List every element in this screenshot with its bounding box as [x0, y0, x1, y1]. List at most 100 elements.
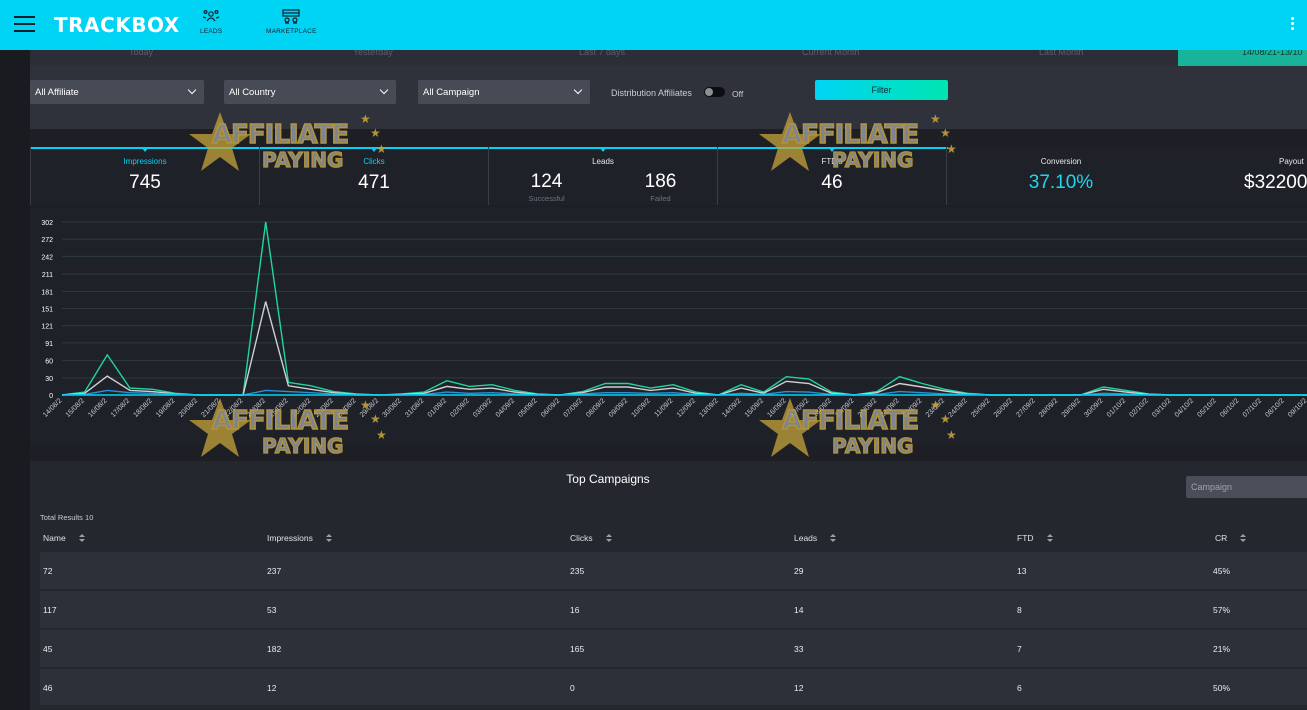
nav-leads-label: LEADS: [200, 28, 223, 35]
stat-leads[interactable]: Leads 124 Successful 186 Failed: [488, 147, 717, 205]
x-tick-label: 14/09/2: [721, 397, 743, 419]
distribution-state-label: Off: [732, 89, 744, 99]
x-tick-label: 07/10/2: [1242, 397, 1264, 419]
x-tick-label: 15/09/2: [744, 397, 766, 419]
cell-cr: 50%: [1213, 683, 1231, 693]
x-tick-label: 20/08/2: [178, 397, 200, 419]
x-tick-label: 20/09/2: [857, 397, 879, 419]
col-header-impressions[interactable]: Impressions: [267, 533, 332, 543]
left-edge: [0, 50, 30, 710]
affiliate-select[interactable]: All Affiliate: [30, 80, 204, 104]
cell-clicks: 16: [570, 605, 580, 615]
col-header-clicks-label: Clicks: [570, 533, 593, 543]
stat-clicks[interactable]: Clicks 471: [259, 147, 488, 205]
x-tick-label: 31/08/2: [404, 397, 426, 419]
brand-logo[interactable]: TRACKBOX: [54, 13, 180, 37]
stat-conversion: Conversion 37.10%: [946, 147, 1175, 205]
x-tick-label: 18/09/2: [812, 397, 834, 419]
x-tick-label: 22/09/2: [902, 397, 924, 419]
x-tick-label: 28/09/2: [1038, 397, 1060, 419]
x-tick-label: 06/10/2: [1219, 397, 1241, 419]
cell-ftd: 6: [1017, 683, 1022, 693]
leads-chart: 0 30 60 91 121 151 181 211 242 272 302 14/08/2 15/08…: [41, 220, 1307, 419]
x-tick-label: 16/08/2: [87, 397, 109, 419]
cell-ftd: 7: [1017, 644, 1022, 654]
cell-impressions: 182: [267, 644, 282, 654]
sort-icon: [78, 534, 85, 542]
leads-failed-label: Failed: [650, 194, 671, 203]
nav-leads[interactable]: LEADS: [200, 9, 222, 35]
chevron-down-icon: [573, 85, 583, 95]
stat-impressions-value: 745: [129, 172, 161, 193]
distribution-toggle[interactable]: [704, 87, 725, 97]
cell-cr: 45%: [1213, 566, 1231, 576]
y-tick-label: 242: [41, 254, 53, 261]
table-row[interactable]: 45 182 165 33 7 21%: [40, 630, 1307, 667]
cell-leads: 12: [794, 683, 804, 693]
y-tick-label: 0: [49, 393, 53, 400]
x-tick-label: 10/09/2: [630, 397, 652, 419]
y-tick-label: 91: [45, 341, 53, 348]
x-tick-label: 17/08/2: [110, 397, 132, 419]
stat-payout-value: $32200: [1244, 172, 1307, 193]
top-campaigns-title: Top Campaigns: [566, 472, 650, 486]
leads-successful-value: 124: [530, 171, 563, 192]
distribution-affiliates-label: Distribution Affiliates: [611, 88, 692, 98]
col-header-name[interactable]: Name: [43, 533, 85, 543]
sort-icon: [1240, 534, 1247, 542]
stat-leads-label: Leads: [592, 157, 614, 166]
stat-conversion-value: 37.10%: [1028, 172, 1094, 193]
col-header-clicks[interactable]: Clicks: [570, 533, 612, 543]
col-header-cr[interactable]: CR: [1215, 533, 1247, 543]
chevron-down-icon: [187, 85, 197, 95]
x-tick-label: 08/10/2: [1264, 397, 1286, 419]
col-header-cr-label: CR: [1215, 533, 1228, 543]
country-select[interactable]: All Country: [224, 80, 396, 104]
table-row[interactable]: 46 12 0 12 6 50%: [40, 669, 1307, 705]
sort-icon: [325, 534, 332, 542]
col-header-leads[interactable]: Leads: [794, 533, 837, 543]
x-tick-label: 17/09/2: [789, 397, 811, 419]
stat-ftd[interactable]: FTD's 46: [717, 147, 946, 205]
x-tick-label: 01/09/2: [427, 397, 449, 419]
y-tick-label: 60: [45, 359, 53, 366]
x-tick-label: 16/09/2: [766, 397, 788, 419]
x-tick-label: 18/08/2: [132, 397, 154, 419]
leads-failed-value: 186: [644, 171, 677, 192]
stat-ftd-label: FTD's: [821, 157, 843, 166]
campaign-search-input[interactable]: [1186, 476, 1307, 498]
sort-icon: [830, 534, 837, 542]
x-tick-label: 07/09/2: [563, 397, 585, 419]
leads-successful-label: Successful: [528, 194, 565, 203]
more-options-icon[interactable]: [1291, 17, 1294, 32]
stat-payout: Payout $32200: [1175, 147, 1307, 205]
cell-ftd: 13: [1017, 566, 1027, 576]
table-row[interactable]: 117 53 16 14 8 57%: [40, 591, 1307, 628]
sort-icon: [605, 534, 612, 542]
col-header-ftd[interactable]: FTD: [1017, 533, 1053, 543]
stat-payout-label: Payout: [1279, 157, 1304, 166]
x-tick-label: 05/10/2: [1196, 397, 1218, 419]
campaign-select[interactable]: All Campaign: [418, 80, 590, 104]
table-row[interactable]: 72 237 235 29 13 45%: [40, 552, 1307, 589]
stat-impressions-label: Impressions: [123, 157, 167, 166]
stat-impressions[interactable]: Impressions 745: [30, 147, 259, 205]
cell-clicks: 165: [570, 644, 585, 654]
x-tick-label: 11/09/2: [653, 397, 674, 418]
x-tick-label: 29/09/2: [1061, 397, 1083, 419]
x-tick-label: 12/09/2: [676, 397, 698, 419]
marketplace-icon: [282, 9, 300, 24]
x-tick-label: 27/08/2: [314, 397, 336, 419]
x-tick-label: 04/10/2: [1174, 397, 1196, 419]
x-tick-label: 09/09/2: [608, 397, 630, 419]
x-tick-label: 02/09/2: [449, 397, 471, 419]
y-tick-label: 181: [41, 289, 53, 296]
cell-impressions: 53: [267, 605, 277, 615]
col-header-impressions-label: Impressions: [267, 533, 313, 543]
menu-icon[interactable]: [14, 16, 35, 32]
cell-ftd: 8: [1017, 605, 1022, 615]
nav-marketplace[interactable]: MARKETPLACE: [266, 9, 317, 35]
filter-panel: All Affiliate All Country All Campaign D…: [30, 66, 1307, 129]
affiliate-select-value: All Affiliate: [35, 87, 79, 98]
filter-button[interactable]: Filter: [815, 80, 948, 100]
